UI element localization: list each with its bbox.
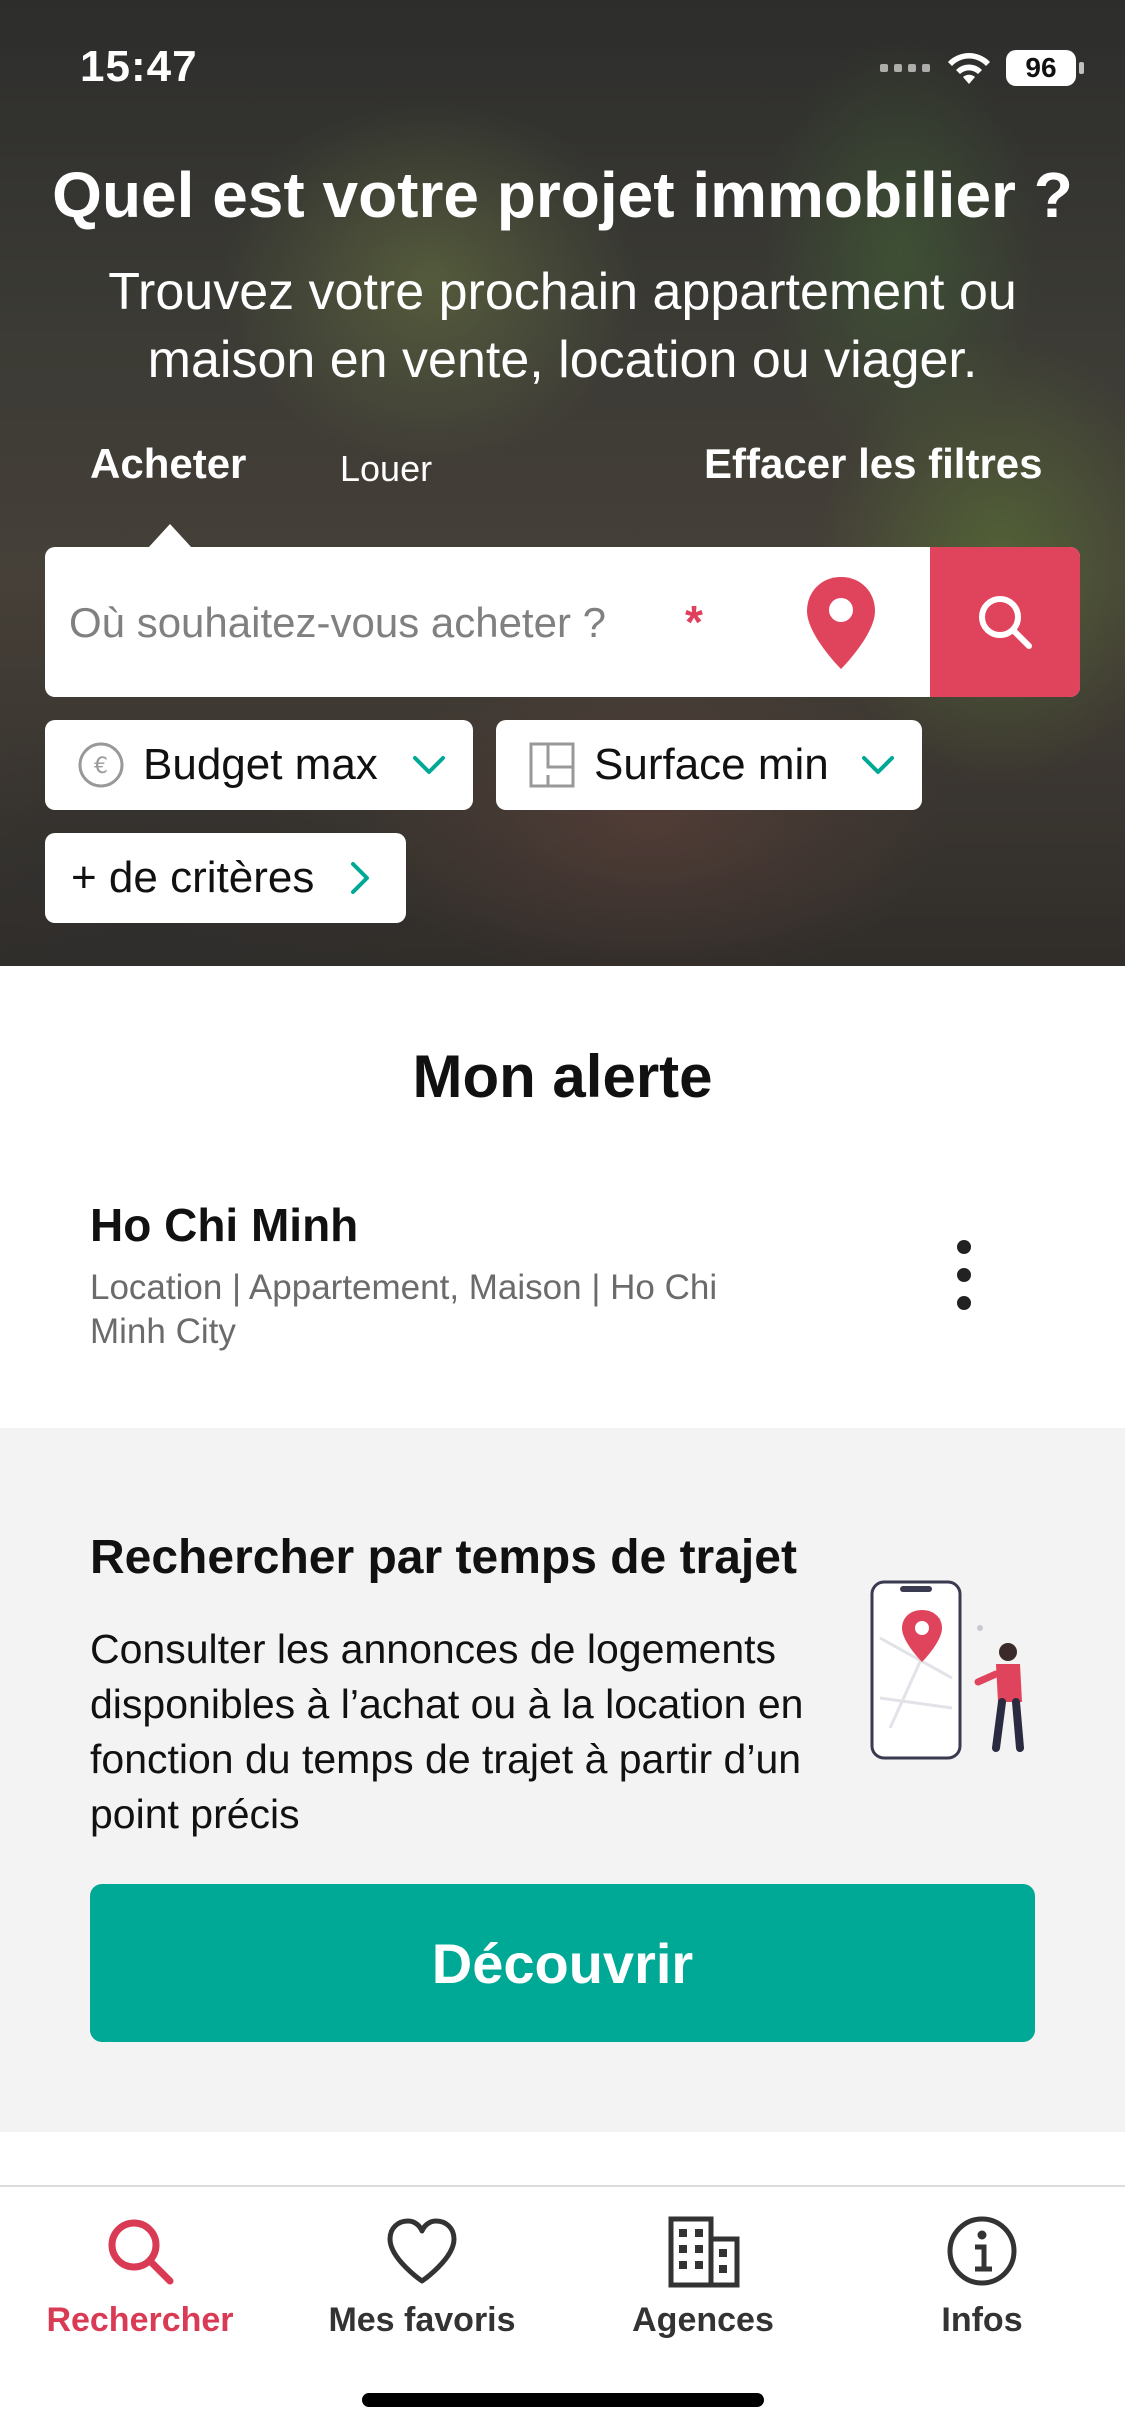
more-criteria-label: + de critères — [71, 853, 315, 902]
alert-details[interactable]: Location | Appartement, Maison | Ho Chi … — [90, 1266, 790, 1354]
travel-time-description: Consulter les annonces de logements disp… — [90, 1626, 804, 1837]
tab-buy[interactable]: Acheter — [90, 440, 246, 488]
wifi-icon — [948, 53, 990, 84]
svg-text:€: € — [94, 754, 108, 779]
travel-time-section: Rechercher par temps de trajet Consulter… — [0, 1428, 1125, 2132]
building-icon — [668, 2216, 740, 2288]
tab-favorites-label: Mes favoris — [328, 2301, 516, 2339]
my-alert-section: Mon alerte Ho Chi Minh Location | Appart… — [0, 966, 1125, 1428]
surface-min-label: Surface min — [594, 740, 829, 789]
location-search-bar[interactable]: Où souhaitez-vous acheter ? * — [45, 547, 1080, 697]
floor-plan-icon — [529, 742, 575, 788]
home-indicator — [362, 2393, 764, 2407]
chevron-down-icon — [413, 756, 445, 774]
more-criteria-button[interactable]: + de critères — [45, 833, 406, 923]
alert-name[interactable]: Ho Chi Minh — [90, 1198, 358, 1252]
search-icon — [979, 596, 1032, 649]
hero-banner: 15:47 96 Quel est votre projet immobilie… — [0, 0, 1125, 966]
tab-infos[interactable]: Infos — [842, 2211, 1122, 2340]
euro-icon: € — [78, 742, 124, 788]
cellular-signal-icon — [880, 64, 930, 72]
status-time: 15:47 — [80, 42, 198, 91]
phone-map-illustration-icon — [870, 1580, 1024, 1760]
chevron-right-icon — [351, 862, 369, 894]
tab-search[interactable]: Rechercher — [0, 2211, 280, 2340]
tab-search-label: Rechercher — [46, 2301, 234, 2339]
search-input[interactable]: Où souhaitez-vous acheter ? — [69, 599, 606, 647]
required-asterisk: * — [685, 596, 703, 648]
active-tab-indicator — [148, 524, 192, 548]
tab-favorites[interactable]: Mes favoris — [282, 2211, 562, 2340]
search-icon — [108, 2219, 174, 2285]
budget-max-filter[interactable]: € Budget max — [45, 720, 473, 810]
more-options-icon[interactable] — [950, 1240, 978, 1310]
budget-max-label: Budget max — [143, 740, 378, 789]
hero-title: Quel est votre projet immobilier ? — [52, 159, 1073, 231]
heart-icon — [387, 2218, 457, 2284]
tab-infos-label: Infos — [941, 2301, 1023, 2339]
tab-agencies[interactable]: Agences — [563, 2211, 843, 2340]
hero-subtitle: Trouvez votre prochain appartement ou ma… — [108, 263, 1017, 389]
alert-heading: Mon alerte — [412, 1043, 713, 1110]
tab-rent[interactable]: Louer — [340, 448, 432, 490]
location-pin-icon[interactable] — [803, 575, 879, 671]
discover-button[interactable]: Découvrir — [90, 1884, 1035, 2042]
travel-time-title: Rechercher par temps de trajet — [90, 1531, 797, 1584]
chevron-down-icon — [862, 756, 894, 774]
battery-icon: 96 — [1006, 50, 1084, 86]
status-bar: 15:47 96 — [0, 0, 1125, 130]
tab-agencies-label: Agences — [632, 2301, 774, 2339]
info-icon — [947, 2216, 1017, 2286]
search-button[interactable] — [930, 547, 1080, 697]
surface-min-filter[interactable]: Surface min — [496, 720, 922, 810]
clear-filters-button[interactable]: Effacer les filtres — [704, 440, 1043, 488]
